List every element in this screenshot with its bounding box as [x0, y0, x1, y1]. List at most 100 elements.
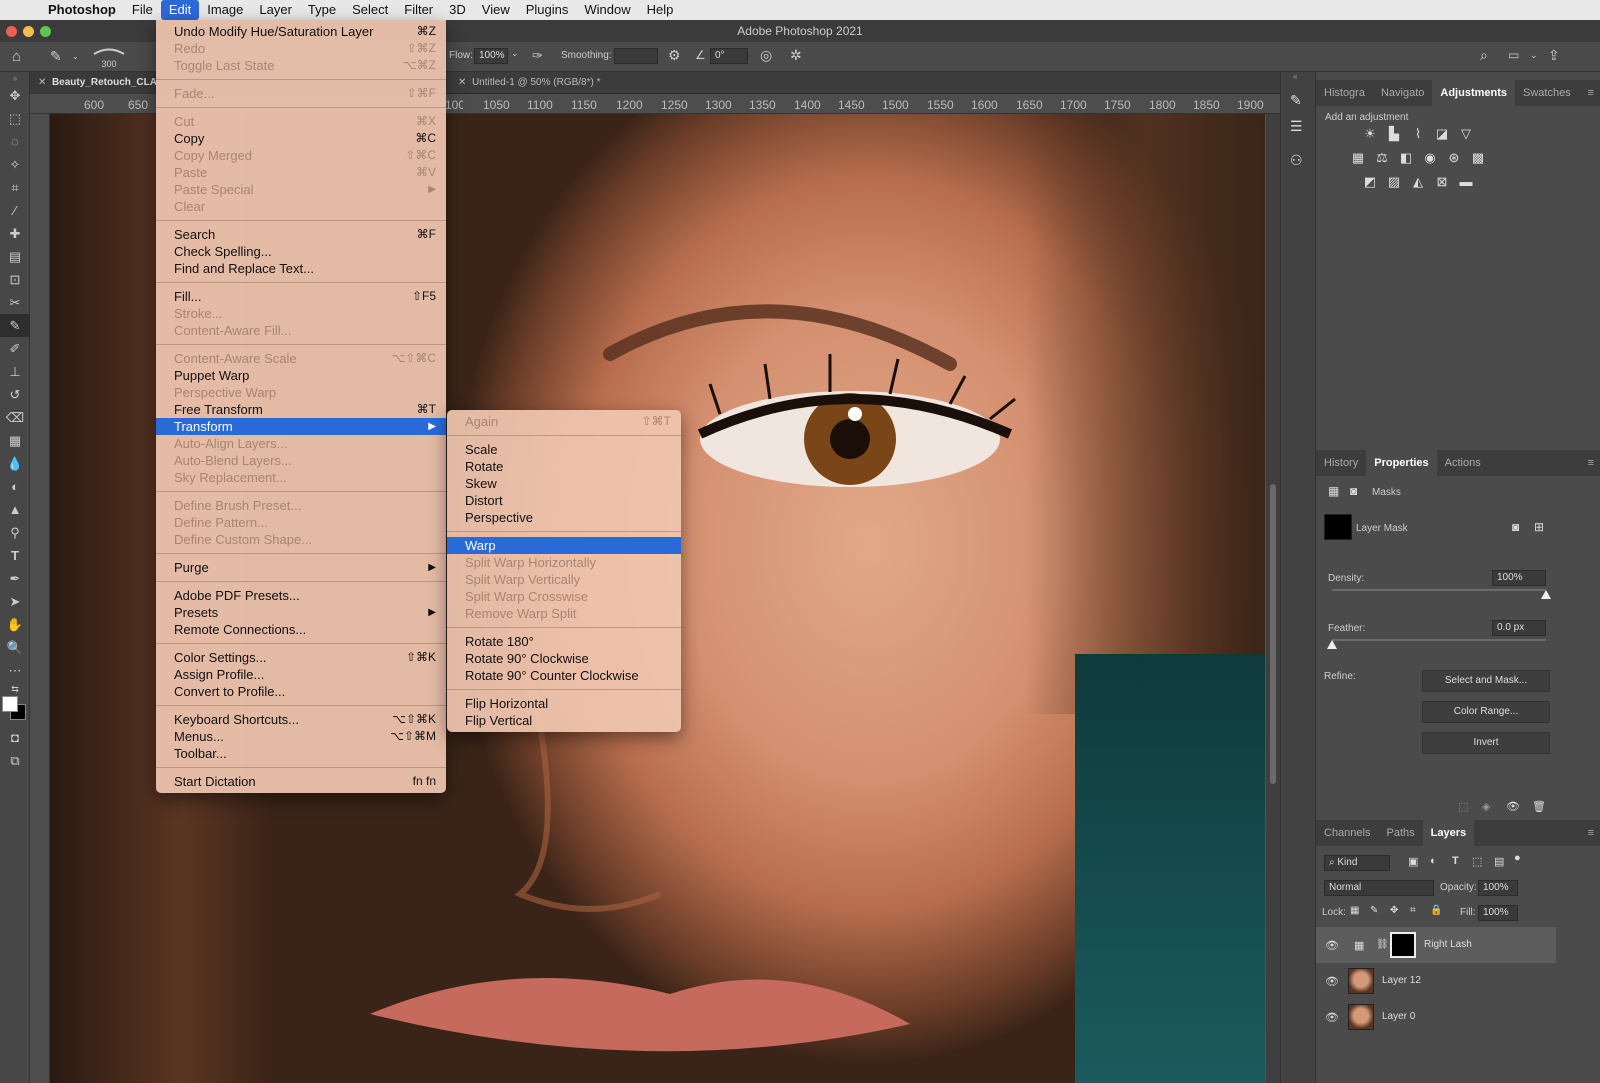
selective-color-icon[interactable]: ⊠	[1432, 174, 1452, 192]
smoothing-input[interactable]	[614, 48, 658, 64]
hand-tool-icon[interactable]: ✋	[0, 613, 30, 636]
menu-help[interactable]: Help	[639, 0, 682, 20]
patch-tool-icon[interactable]: ▤	[0, 245, 30, 268]
swap-colors-icon[interactable]: ⇆	[0, 682, 30, 696]
lock-position-icon[interactable]: ✥	[1390, 905, 1398, 916]
minimize-window-button[interactable]	[23, 26, 34, 37]
panel-menu-icon[interactable]: ≡	[1582, 450, 1600, 476]
tab-layers[interactable]: Layers	[1422, 820, 1475, 846]
tab-swatches[interactable]: Swatches	[1515, 80, 1579, 106]
density-slider-knob[interactable]	[1541, 590, 1551, 599]
pressure-opacity-icon[interactable]: ◎	[760, 47, 772, 64]
fill-input[interactable]: 100%	[1478, 905, 1518, 921]
brush-tool-icon[interactable]: ✎	[0, 314, 30, 337]
threshold-icon[interactable]: ◭	[1408, 174, 1428, 192]
apply-mask-icon[interactable]: ◈	[1482, 800, 1490, 813]
filter-adjustment-icon[interactable]: ◐	[1430, 855, 1437, 867]
adjust-sliders-icon[interactable]: ☰	[1290, 118, 1303, 135]
color-swatches[interactable]	[0, 696, 29, 726]
mask-apply-icon[interactable]: ⊞	[1534, 520, 1544, 534]
tab-properties[interactable]: Properties	[1366, 450, 1437, 476]
menu-file[interactable]: File	[124, 0, 161, 20]
vibrance-icon[interactable]: ▽	[1456, 126, 1476, 144]
gradient-map-icon[interactable]: ▬	[1456, 174, 1476, 192]
eraser-tool-icon[interactable]: ⌫	[0, 406, 30, 429]
zoom-tool-icon[interactable]: 🔍	[0, 636, 30, 659]
transform-menu-item-rotate-90-counter-clockwise[interactable]: Rotate 90° Counter Clockwise	[447, 667, 681, 684]
foreground-color-swatch[interactable]	[2, 696, 18, 712]
lock-transparent-icon[interactable]: ▦	[1350, 905, 1359, 916]
filter-smart-object-icon[interactable]: ▤	[1494, 855, 1504, 868]
close-icon[interactable]: ✕	[38, 77, 46, 88]
move-tool-icon[interactable]: ✥	[0, 84, 30, 107]
transform-menu-item-rotate-180[interactable]: Rotate 180°	[447, 633, 681, 650]
close-icon[interactable]: ✕	[458, 77, 466, 88]
more-tools-icon[interactable]: ⋯	[0, 659, 30, 682]
edit-menu-item-adobe-pdf-presets[interactable]: Adobe PDF Presets...	[156, 587, 446, 604]
curves-icon[interactable]: ⌇	[1408, 126, 1428, 144]
tab-paths[interactable]: Paths	[1378, 820, 1422, 846]
magic-wand-tool-icon[interactable]: ✧	[0, 153, 30, 176]
brush-preset-picker[interactable]: 300	[92, 45, 126, 69]
transform-menu-item-flip-vertical[interactable]: Flip Vertical	[447, 712, 681, 729]
transform-menu-item-flip-horizontal[interactable]: Flip Horizontal	[447, 695, 681, 712]
crop-tool-icon[interactable]: ⌗	[0, 176, 30, 199]
edit-menu-item-purge[interactable]: Purge ▶	[156, 559, 446, 576]
gradient-tool-icon[interactable]: ▦	[0, 429, 30, 452]
tab-histogram[interactable]: Histogra	[1316, 80, 1373, 106]
edit-menu-item-assign-profile[interactable]: Assign Profile...	[156, 666, 446, 683]
select-and-mask-button[interactable]: Select and Mask...	[1422, 670, 1550, 692]
channel-mixer-icon[interactable]: ⊛	[1444, 150, 1464, 168]
pen-tool-icon[interactable]: ✒	[0, 567, 30, 590]
gear-icon[interactable]: ⚙	[668, 47, 681, 64]
exposure-icon[interactable]: ◪	[1432, 126, 1452, 144]
edit-menu-item-check-spelling[interactable]: Check Spelling...	[156, 243, 446, 260]
close-window-button[interactable]	[6, 26, 17, 37]
screen-mode-icon[interactable]: ⧉	[0, 749, 30, 772]
filter-type-icon[interactable]: T	[1452, 855, 1459, 867]
edit-menu-item-convert-to-profile[interactable]: Convert to Profile...	[156, 683, 446, 700]
tab-history[interactable]: History	[1316, 450, 1366, 476]
edit-menu-item-puppet-warp[interactable]: Puppet Warp	[156, 367, 446, 384]
sharpen-tool-icon[interactable]: ▲	[0, 498, 30, 521]
tab-actions[interactable]: Actions	[1437, 450, 1489, 476]
layer-filter-kind[interactable]: ⌕ Kind	[1324, 855, 1390, 871]
tab-adjustments[interactable]: Adjustments	[1432, 80, 1516, 106]
posterize-icon[interactable]: ▨	[1384, 174, 1404, 192]
flow-input[interactable]: 100%	[474, 48, 508, 64]
transform-menu-item-perspective[interactable]: Perspective	[447, 509, 681, 526]
panel-menu-icon[interactable]: ≡	[1582, 820, 1600, 846]
edit-menu-item-transform[interactable]: Transform ▶	[156, 418, 446, 435]
menu-select[interactable]: Select	[344, 0, 396, 20]
black-white-icon[interactable]: ◧	[1396, 150, 1416, 168]
color-range-button[interactable]: Color Range...	[1422, 701, 1550, 723]
flow-dropdown-icon[interactable]: ⌄	[511, 48, 519, 59]
invert-button[interactable]: Invert	[1422, 732, 1550, 754]
menu-filter[interactable]: Filter	[396, 0, 441, 20]
menu-plugins[interactable]: Plugins	[518, 0, 577, 20]
transform-menu-item-rotate-90-clockwise[interactable]: Rotate 90° Clockwise	[447, 650, 681, 667]
airbrush-icon[interactable]: ✑	[532, 48, 543, 64]
zoom-lens-icon[interactable]: ⚲	[0, 521, 30, 544]
hue-saturation-icon[interactable]: ▦	[1348, 150, 1368, 168]
transform-menu-item-rotate[interactable]: Rotate	[447, 458, 681, 475]
menu-edit[interactable]: Edit	[160, 0, 200, 20]
eye-icon[interactable]: 👁	[1325, 1011, 1339, 1024]
transform-menu-item-skew[interactable]: Skew	[447, 475, 681, 492]
history-brush-tool-icon[interactable]: ↺	[0, 383, 30, 406]
panel-menu-icon[interactable]: ≡	[1582, 80, 1600, 106]
eye-icon[interactable]: 👁	[1325, 975, 1339, 988]
levels-icon[interactable]: ▙	[1384, 126, 1404, 144]
edit-menu-item-free-transform[interactable]: Free Transform ⌘T	[156, 401, 446, 418]
mask-select-icon[interactable]: ◙	[1512, 520, 1519, 534]
people-icon[interactable]: ⚇	[1290, 152, 1303, 169]
density-slider[interactable]	[1332, 589, 1546, 591]
edit-menu-item-menus[interactable]: Menus... ⌥⇧⌘M	[156, 728, 446, 745]
path-selection-tool-icon[interactable]: ➤	[0, 590, 30, 613]
collapse-icon[interactable]: »	[0, 72, 30, 84]
edit-menu-item-keyboard-shortcuts[interactable]: Keyboard Shortcuts... ⌥⇧⌘K	[156, 711, 446, 728]
tab-channels[interactable]: Channels	[1316, 820, 1378, 846]
filter-pixel-icon[interactable]: ▣	[1408, 855, 1418, 868]
feather-slider[interactable]	[1332, 639, 1546, 641]
brush-settings-icon[interactable]: ✎	[1290, 92, 1302, 109]
